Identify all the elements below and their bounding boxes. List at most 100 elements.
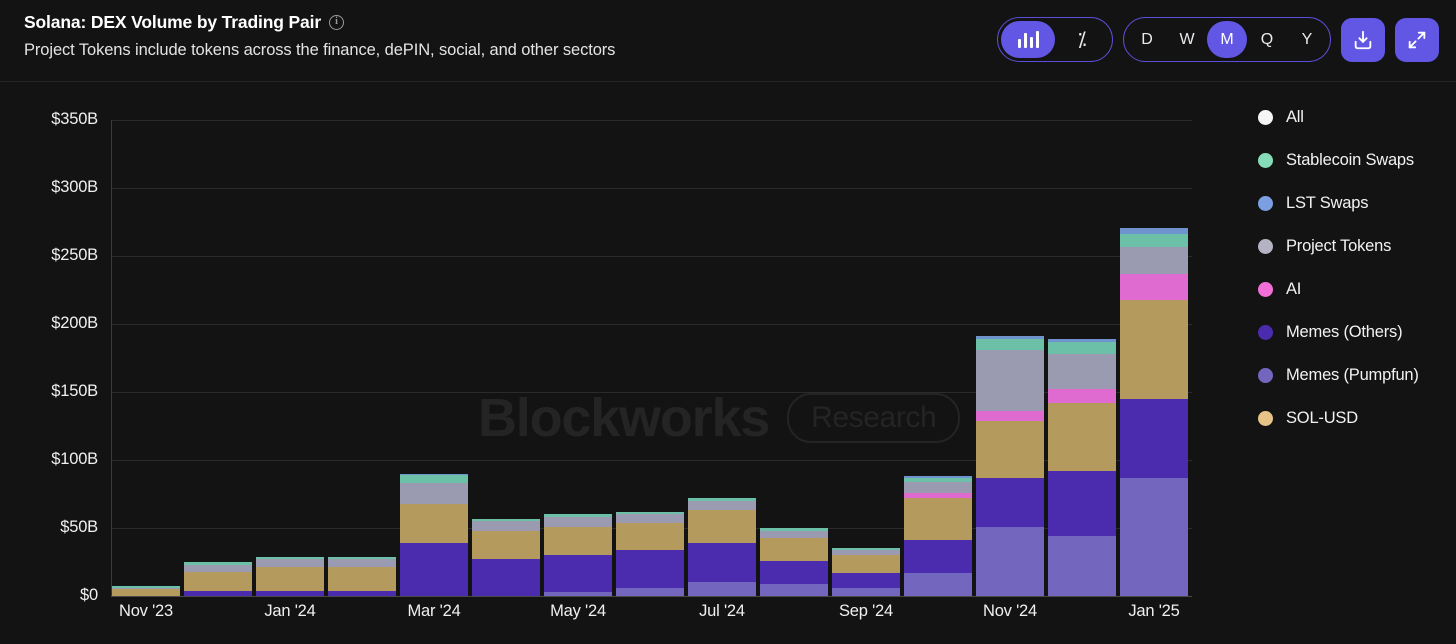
percent-icon: ⁒ <box>1078 27 1087 52</box>
bar-column[interactable] <box>544 514 612 596</box>
info-icon[interactable]: i <box>329 15 344 30</box>
legend-item[interactable]: Project Tokens <box>1258 225 1456 268</box>
bar-segment <box>1048 354 1116 389</box>
chart-toolbar: ⁒ D W M Q Y <box>997 17 1439 62</box>
period-option-w[interactable]: W <box>1167 21 1207 58</box>
legend-color-swatch <box>1258 110 1273 125</box>
bar-segment <box>976 411 1044 421</box>
expand-button[interactable] <box>1395 18 1439 62</box>
gridline <box>112 188 1192 189</box>
y-axis-tick-label: $300B <box>6 178 98 197</box>
legend-item[interactable]: AI <box>1258 268 1456 311</box>
x-axis-tick-label: Jan '24 <box>230 602 350 621</box>
y-axis-tick-label: $100B <box>6 450 98 469</box>
legend-item[interactable]: LST Swaps <box>1258 182 1456 225</box>
bar-chart-mode-button[interactable] <box>1001 21 1055 58</box>
legend-item-label: Project Tokens <box>1286 237 1391 256</box>
bar-segment <box>1120 478 1188 596</box>
bar-segment <box>184 572 252 591</box>
y-axis-tick-label: $50B <box>6 518 98 537</box>
bar-column[interactable] <box>1120 228 1188 597</box>
bar-column[interactable] <box>616 512 684 596</box>
bar-segment <box>616 523 684 550</box>
bar-column[interactable] <box>688 498 756 596</box>
download-button[interactable] <box>1341 18 1385 62</box>
bar-segment <box>112 589 180 596</box>
bar-column[interactable] <box>832 548 900 596</box>
bar-segment <box>1048 403 1116 471</box>
bar-segment <box>328 567 396 590</box>
bar-segment <box>760 538 828 561</box>
bar-segment <box>256 559 324 567</box>
watermark-badge: Research <box>787 393 960 443</box>
gridline <box>112 324 1192 325</box>
period-option-m[interactable]: M <box>1207 21 1247 58</box>
chart-subtitle: Project Tokens include tokens across the… <box>24 40 615 60</box>
legend-item[interactable]: All <box>1258 96 1456 139</box>
watermark: Blockworks Research <box>478 390 960 446</box>
legend-item[interactable]: Memes (Others) <box>1258 311 1456 354</box>
bar-segment <box>904 498 972 540</box>
legend-item[interactable]: SOL-USD <box>1258 397 1456 440</box>
bar-segment <box>832 588 900 596</box>
percent-mode-button[interactable]: ⁒ <box>1055 21 1109 58</box>
download-icon <box>1352 29 1374 51</box>
bar-segment <box>976 527 1044 596</box>
bar-segment <box>400 504 468 543</box>
chart-app: Solana: DEX Volume by Trading Pair i Pro… <box>0 0 1456 644</box>
bar-segment <box>400 475 468 483</box>
bar-segment <box>688 582 756 596</box>
bar-segment <box>1048 536 1116 596</box>
bar-segment <box>1120 274 1188 300</box>
bar-segment <box>256 567 324 590</box>
gridline <box>112 256 1192 257</box>
period-option-d[interactable]: D <box>1127 21 1167 58</box>
legend-item[interactable]: Stablecoin Swaps <box>1258 139 1456 182</box>
chart-type-toggle: ⁒ <box>997 17 1113 62</box>
x-axis-tick-label: Jul '24 <box>662 602 782 621</box>
bar-column[interactable] <box>256 557 324 596</box>
bar-segment <box>976 421 1044 478</box>
x-axis-line <box>111 596 1192 597</box>
bar-column[interactable] <box>328 557 396 596</box>
bar-column[interactable] <box>472 519 540 597</box>
period-selector: D W M Q Y <box>1123 17 1331 62</box>
bar-segment <box>184 591 252 596</box>
bar-column[interactable] <box>1048 339 1116 596</box>
bar-column[interactable] <box>112 586 180 596</box>
bar-segment <box>544 527 612 556</box>
y-axis-tick-label: $150B <box>6 382 98 401</box>
gridline <box>112 120 1192 121</box>
bar-segment <box>688 543 756 582</box>
bar-segment <box>904 540 972 573</box>
bar-column[interactable] <box>760 528 828 596</box>
bar-segment <box>1048 471 1116 536</box>
legend-item-label: Memes (Others) <box>1286 323 1402 342</box>
bar-segment <box>904 573 972 596</box>
legend-item-label: AI <box>1286 280 1301 299</box>
legend-item[interactable]: Memes (Pumpfun) <box>1258 354 1456 397</box>
bar-segment <box>688 510 756 543</box>
y-axis-tick-label: $350B <box>6 110 98 129</box>
bar-segment <box>1120 399 1188 478</box>
legend-color-swatch <box>1258 325 1273 340</box>
title-row: Solana: DEX Volume by Trading Pair i <box>24 11 615 33</box>
bar-segment <box>1120 234 1188 246</box>
bar-segment <box>400 543 468 596</box>
bar-segment <box>760 531 828 538</box>
bar-column[interactable] <box>184 562 252 596</box>
plot-area: $0$50B$100B$150B$200B$250B$300B$350B Blo… <box>0 82 1456 644</box>
x-axis-tick-label: Sep '24 <box>806 602 926 621</box>
y-axis-tick-label: $200B <box>6 314 98 333</box>
period-option-y[interactable]: Y <box>1287 21 1327 58</box>
bar-segment <box>760 584 828 596</box>
bar-column[interactable] <box>904 476 972 596</box>
bar-segment <box>544 517 612 527</box>
x-axis-tick-label: Jan '25 <box>1094 602 1214 621</box>
bar-segment <box>832 555 900 573</box>
bar-segment <box>328 591 396 596</box>
bar-segment <box>1048 342 1116 354</box>
bar-column[interactable] <box>976 336 1044 596</box>
period-option-q[interactable]: Q <box>1247 21 1287 58</box>
bar-column[interactable] <box>400 474 468 596</box>
